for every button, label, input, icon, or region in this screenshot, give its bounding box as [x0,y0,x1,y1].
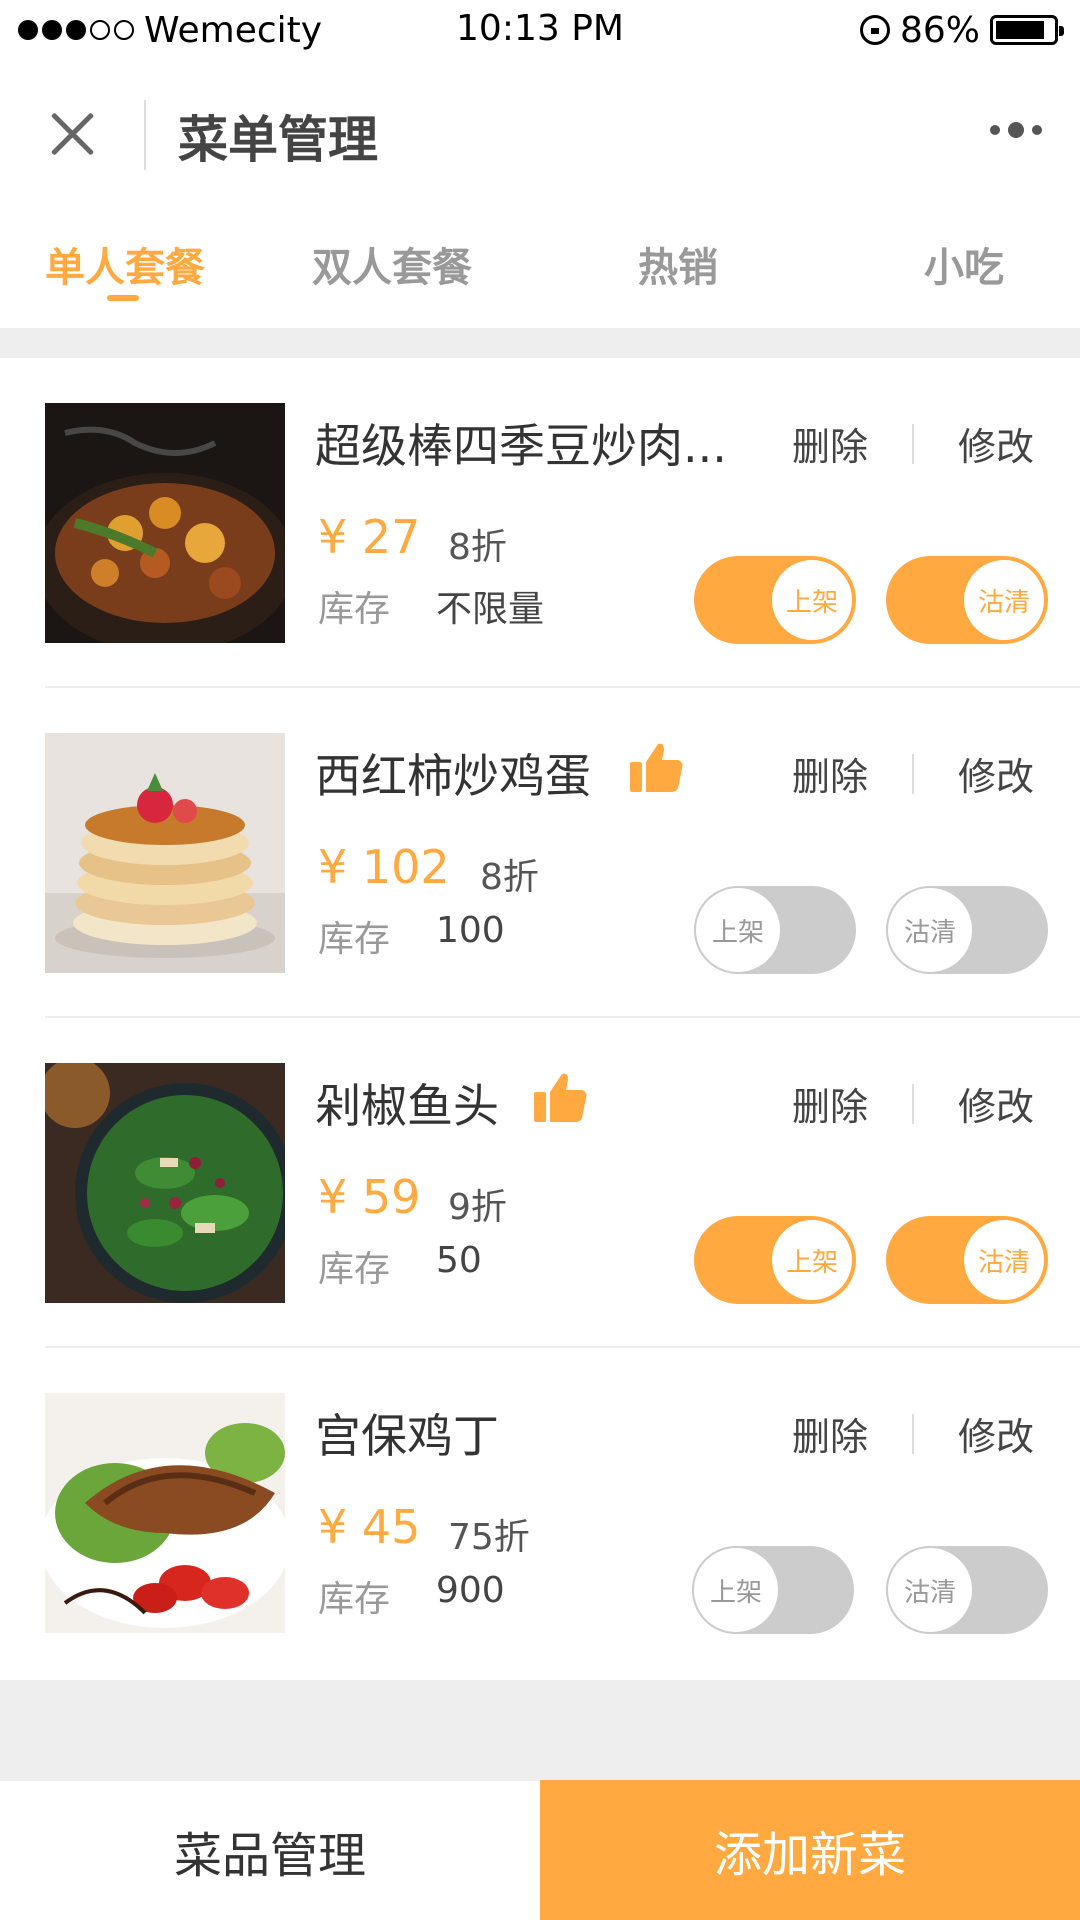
stock-value: 100 [436,910,505,951]
edit-button[interactable]: 修改 [958,1406,1034,1461]
clean-toggle-label: 沽清 [962,558,1046,642]
action-divider [912,754,914,794]
dish-discount: 9折 [448,1187,507,1228]
dish-price: ¥ 27 [318,510,421,564]
battery-icon [990,15,1064,45]
stock-label: 库存 [318,589,391,630]
stock-value: 900 [436,1570,505,1611]
dish-price: ¥ 59 [318,1170,421,1224]
clean-toggle-label: 沽清 [886,1546,974,1634]
stock-label: 库存 [318,1249,391,1290]
delete-button[interactable]: 删除 [792,416,868,471]
clean-toggle[interactable]: 沽清 [886,1216,1048,1304]
status-bar: Wemecity 10:13 PM 86% [0,0,1080,60]
clean-toggle-label: 沽清 [886,886,974,974]
tab-snacks[interactable]: 小吃 [924,235,1004,293]
dish-price: ¥ 102 [318,840,450,894]
stock-label: 库存 [318,919,391,960]
bottom-bar: 菜品管理 添加新菜 [0,1780,1080,1920]
clean-toggle[interactable]: 沽清 [886,1546,1048,1634]
action-divider [912,1414,914,1454]
list-item: 剁椒鱼头 ¥ 59 9折 库存 50 删除 修改 上架 沽清 [0,1018,1080,1348]
dish-price: ¥ 45 [318,1500,421,1554]
list-item: 西红柿炒鸡蛋 ¥ 102 8折 库存 100 删除 修改 上架 沽清 [0,688,1080,1018]
tab-single-set[interactable]: 单人套餐 [45,235,205,293]
nav-divider [144,100,146,170]
rotation-lock-icon [859,15,890,45]
tab-indicator [107,295,139,301]
dish-name: 超级棒四季豆炒肉... [315,419,727,473]
close-icon[interactable] [40,102,104,166]
dish-image [45,733,285,973]
stock-label: 库存 [318,1579,391,1620]
battery-fill [996,21,1044,39]
edit-button[interactable]: 修改 [958,746,1034,801]
stock-value: 50 [436,1240,482,1281]
shelf-toggle-label: 上架 [694,886,782,974]
category-tabs: 单人套餐 双人套餐 热销 小吃 [0,225,1080,325]
dish-discount: 8折 [448,527,507,568]
edit-button[interactable]: 修改 [958,416,1034,471]
dish-image [45,403,285,643]
clean-toggle-label: 沽清 [962,1218,1046,1302]
dish-image [45,1063,285,1303]
section-divider [0,328,1080,358]
list-footer-space [0,1680,1080,1780]
list-item: 宫保鸡丁 ¥ 45 75折 库存 900 删除 修改 上架 沽清 [0,1348,1080,1678]
shelf-toggle[interactable]: 上架 [694,886,856,974]
shelf-toggle-label: 上架 [692,1546,780,1634]
shelf-toggle[interactable]: 上架 [694,1216,856,1304]
tab-hot-sale[interactable]: 热销 [638,235,718,293]
clean-toggle[interactable]: 沽清 [886,556,1048,644]
page-title: 菜单管理 [178,111,378,169]
thumbs-up-icon [532,1070,588,1126]
list-item: 超级棒四季豆炒肉... ¥ 27 8折 库存 不限量 删除 修改 上架 沽清 [0,358,1080,688]
dish-discount: 75折 [448,1517,530,1558]
dish-name: 剁椒鱼头 [315,1079,499,1133]
status-time: 10:13 PM [456,8,624,49]
action-divider [912,424,914,464]
delete-button[interactable]: 删除 [792,746,868,801]
nav-header: 菜单管理 [0,70,1080,200]
thumbs-up-icon [628,740,684,796]
dish-management-button[interactable]: 菜品管理 [0,1780,540,1920]
more-icon[interactable] [990,122,1042,138]
shelf-toggle-label: 上架 [770,1218,854,1302]
tab-double-set[interactable]: 双人套餐 [312,235,472,293]
delete-button[interactable]: 删除 [792,1076,868,1131]
shelf-toggle[interactable]: 上架 [694,556,856,644]
edit-button[interactable]: 修改 [958,1076,1034,1131]
clean-toggle[interactable]: 沽清 [886,886,1048,974]
dish-discount: 8折 [480,857,539,898]
dish-name: 宫保鸡丁 [315,1409,499,1463]
shelf-toggle[interactable]: 上架 [692,1546,854,1634]
dish-image [45,1393,285,1633]
stock-value: 不限量 [436,589,545,630]
action-divider [912,1084,914,1124]
delete-button[interactable]: 删除 [792,1406,868,1461]
add-new-dish-button[interactable]: 添加新菜 [540,1780,1080,1920]
dish-name: 西红柿炒鸡蛋 [315,749,591,803]
shelf-toggle-label: 上架 [770,558,854,642]
